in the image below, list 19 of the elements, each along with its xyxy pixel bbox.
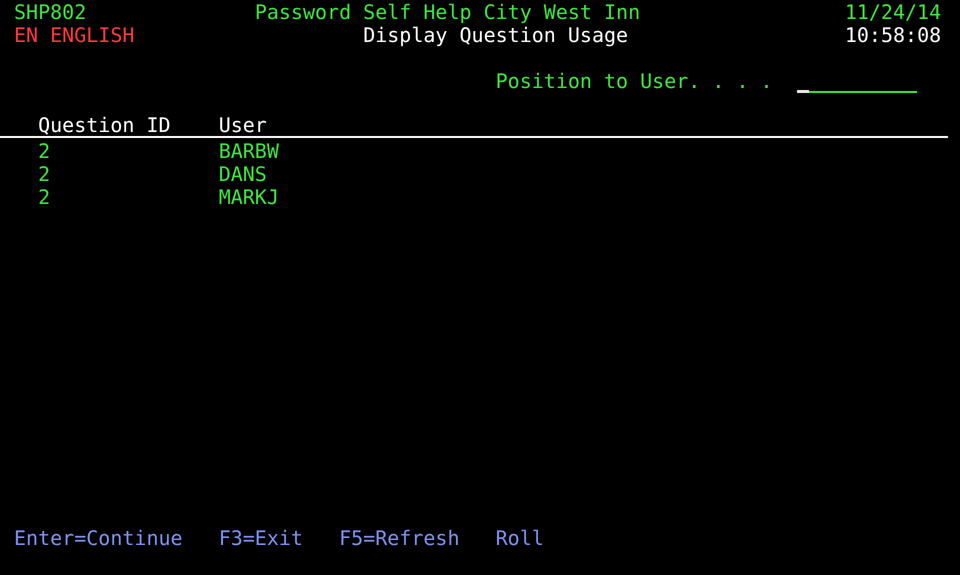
- function-key[interactable]: Enter=Continue: [14, 527, 219, 550]
- screen-title: Password Self Help City West Inn: [254, 1, 642, 24]
- column-header: Question ID: [38, 115, 172, 136]
- time-text: 10:58:08: [844, 24, 942, 47]
- table-cell: MARKJ: [218, 186, 279, 210]
- position-to-label: Position to User. . . .: [496, 70, 774, 93]
- table-cell: BARBW: [218, 140, 279, 164]
- screen-subtitle: Display Question Usage: [363, 24, 630, 47]
- table-cell-text: 2: [38, 140, 52, 164]
- date-text: 11/24/14: [844, 1, 942, 24]
- table-cell-text: 2: [38, 186, 52, 210]
- table-cell: DANS: [218, 163, 267, 186]
- function-key[interactable]: Roll: [496, 527, 544, 550]
- program-id: SHP802: [14, 1, 88, 24]
- table-cell-text: 2: [38, 163, 52, 186]
- column-header: User: [218, 115, 267, 136]
- language-text: EN ENGLISH: [14, 24, 136, 47]
- function-key[interactable]: F5=Refresh: [339, 527, 496, 550]
- function-key[interactable]: F3=Exit: [218, 527, 340, 550]
